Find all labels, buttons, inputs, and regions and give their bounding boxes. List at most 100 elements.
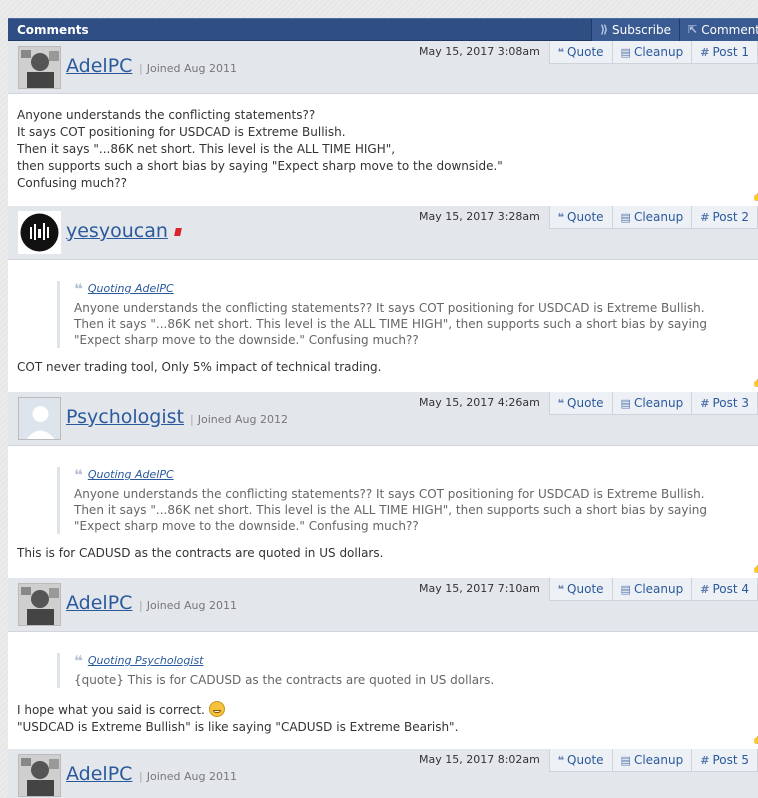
post-actions: ❝ Quote ▤ Cleanup # Post 4 [548, 578, 758, 601]
post-number-link[interactable]: # Post 3 [692, 392, 757, 414]
quote-block: ❝ Quoting AdelPC Anyone understands the c… [57, 467, 757, 534]
hash-icon: # [700, 753, 710, 767]
quote-text-line: Then it says "...86K net short. This lev… [74, 317, 708, 331]
avatar[interactable] [18, 754, 61, 797]
post-date: May 15, 2017 8:02am [419, 753, 540, 766]
subscribe-label: Subscribe [612, 22, 671, 37]
post-body: ❝ Quoting AdelPC Anyone understands the c… [8, 260, 758, 392]
quote-text-line: "Expect sharp move to the downside." Con… [74, 333, 419, 347]
quote-block: ❝ Quoting Psychologist {quote} This is fo… [57, 653, 757, 688]
comments-header: Comments ⟫ Subscribe ⇱ Comment [8, 18, 758, 41]
cleanup-icon: ▤ [620, 45, 631, 59]
post-number-link[interactable]: # Post 4 [692, 578, 757, 600]
post-text-line: This is for CADUSD as the contracts are … [17, 546, 384, 560]
username-link[interactable]: yesyoucan [66, 220, 168, 242]
avatar[interactable] [18, 397, 61, 440]
joined-date: | Joined Aug 2011 [139, 770, 237, 783]
comment-icon: ⇱ [688, 23, 698, 36]
quote-text-line: Anyone understands the conflicting state… [74, 487, 705, 501]
cleanup-icon: ▤ [620, 753, 631, 767]
post-header: AdelPC | Joined Aug 2011 May 15, 2017 3:0… [8, 41, 758, 94]
quote-mark-icon: ❝ [74, 280, 83, 298]
quote-icon: ❝ [557, 210, 565, 224]
quote-author-link[interactable]: Quoting AdelPC [88, 281, 174, 297]
quote-icon: ❝ [557, 753, 565, 767]
quote-button[interactable]: ❝ Quote [550, 206, 613, 228]
cleanup-icon: ▤ [620, 582, 631, 596]
quote-icon: ❝ [557, 582, 565, 596]
post-body: Anyone understands the conflicting state… [8, 94, 758, 206]
quote-button[interactable]: ❝ Quote [550, 578, 613, 600]
subscribe-button[interactable]: ⟫ Subscribe [591, 18, 679, 41]
post-text-line: COT never trading tool, Only 5% impact o… [17, 360, 382, 374]
cleanup-button[interactable]: ▤ Cleanup [613, 578, 693, 600]
post-text-line: "USDCAD is Extreme Bullish" is like sayi… [17, 720, 459, 734]
username-link[interactable]: Psychologist [66, 406, 184, 428]
post-header: Psychologist | Joined Aug 2012 May 15, 20… [8, 392, 758, 446]
post-date: May 15, 2017 3:08am [419, 45, 540, 58]
post-header: yesyoucan May 15, 2017 3:28am ❝ Quote ▤ Cl… [8, 206, 758, 260]
cleanup-button[interactable]: ▤ Cleanup [613, 206, 693, 228]
post-actions: ❝ Quote ▤ Cleanup # Post 3 [548, 392, 758, 415]
post-text-line: Then it says "...86K net short. This lev… [17, 142, 396, 156]
quote-mark-icon: ❝ [74, 466, 83, 484]
comment-label: Comment [701, 22, 758, 37]
subscribe-icon: ⟫ [600, 23, 609, 36]
post-number-link[interactable]: # Post 1 [692, 41, 757, 63]
quote-author-link[interactable]: Quoting AdelPC [88, 467, 174, 483]
quote-block: ❝ Quoting AdelPC Anyone understands the c… [57, 281, 757, 348]
quote-author-link[interactable]: Quoting Psychologist [88, 653, 204, 669]
comments-title: Comments [17, 22, 89, 37]
thumbs-up-icon[interactable]: 👍 [752, 189, 758, 202]
avatar[interactable] [18, 583, 61, 626]
post-date: May 15, 2017 7:10am [419, 582, 540, 595]
quote-text-line: Anyone understands the conflicting state… [74, 301, 705, 315]
hash-icon: # [700, 396, 710, 410]
post-number-link[interactable]: # Post 5 [692, 749, 757, 771]
grin-emoji-icon [208, 701, 225, 717]
post-text-line: Confusing much?? [17, 176, 128, 190]
username-link[interactable]: AdelPC [66, 592, 132, 614]
quote-icon: ❝ [557, 396, 565, 410]
thumbs-up-icon[interactable]: 👍 [752, 375, 758, 388]
username-link[interactable]: AdelPC [66, 763, 132, 785]
post-header: AdelPC | Joined Aug 2011 May 15, 2017 7:1… [8, 578, 758, 632]
thumbs-up-icon[interactable]: 👍 [752, 732, 758, 745]
cleanup-icon: ▤ [620, 396, 631, 410]
joined-date: | Joined Aug 2012 [190, 413, 288, 426]
hash-icon: # [700, 582, 710, 596]
avatar[interactable] [18, 211, 61, 254]
user-badge-icon [174, 228, 182, 236]
post-body: ❝ Quoting Psychologist {quote} This is fo… [8, 632, 758, 749]
hash-icon: # [700, 45, 710, 59]
joined-date: | Joined Aug 2011 [139, 62, 237, 75]
post-text-line: It says COT positioning for USDCAD is Ex… [17, 125, 346, 139]
post-text-line: then supports such a short bias by sayin… [17, 159, 503, 173]
quote-mark-icon: ❝ [74, 652, 83, 670]
quote-text-line: {quote} This is for CADUSD as the contra… [74, 673, 495, 687]
post-actions: ❝ Quote ▤ Cleanup # Post 5 [548, 749, 758, 772]
cleanup-button[interactable]: ▤ Cleanup [613, 749, 693, 771]
post-actions: ❝ Quote ▤ Cleanup # Post 2 [548, 206, 758, 229]
post-actions: ❝ Quote ▤ Cleanup # Post 1 [548, 41, 758, 64]
post-date: May 15, 2017 4:26am [419, 396, 540, 409]
quote-button[interactable]: ❝ Quote [550, 749, 613, 771]
username-link[interactable]: AdelPC [66, 55, 132, 77]
quote-text-line: Then it says "...86K net short. This lev… [74, 503, 708, 517]
comment-button[interactable]: ⇱ Comment [679, 18, 758, 41]
post-date: May 15, 2017 3:28am [419, 210, 540, 223]
post-text-line: I hope what you said is correct. [17, 701, 757, 719]
cleanup-button[interactable]: ▤ Cleanup [613, 392, 693, 414]
cleanup-icon: ▤ [620, 210, 631, 224]
post-number-link[interactable]: # Post 2 [692, 206, 757, 228]
avatar[interactable] [18, 46, 61, 89]
hash-icon: # [700, 210, 710, 224]
quote-button[interactable]: ❝ Quote [550, 392, 613, 414]
post-body: ❝ Quoting AdelPC Anyone understands the c… [8, 446, 758, 578]
quote-text-line: "Expect sharp move to the downside." Con… [74, 519, 419, 533]
thumbs-up-icon[interactable]: 👍 [752, 561, 758, 574]
quote-icon: ❝ [557, 45, 565, 59]
joined-date: | Joined Aug 2011 [139, 599, 237, 612]
cleanup-button[interactable]: ▤ Cleanup [613, 41, 693, 63]
quote-button[interactable]: ❝ Quote [550, 41, 613, 63]
